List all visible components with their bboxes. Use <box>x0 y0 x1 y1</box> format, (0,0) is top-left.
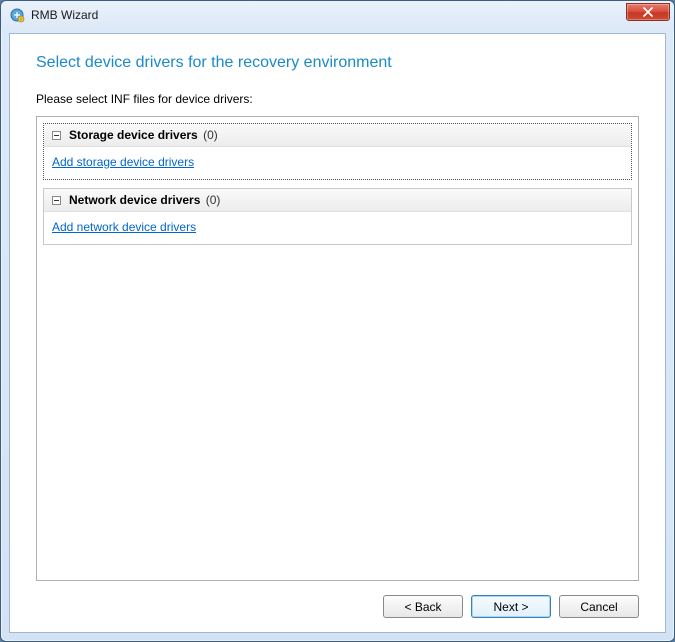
back-button[interactable]: < Back <box>383 595 463 618</box>
storage-drivers-section: Storage device drivers (0) Add storage d… <box>43 123 632 180</box>
storage-section-count: (0) <box>203 128 218 142</box>
instruction-text: Please select INF files for device drive… <box>36 92 639 106</box>
network-section-title: Network device drivers <box>69 193 200 207</box>
network-drivers-section: Network device drivers (0) Add network d… <box>43 188 632 245</box>
app-icon <box>9 7 25 23</box>
network-section-header[interactable]: Network device drivers (0) <box>44 189 631 212</box>
titlebar: RMB Wizard <box>1 1 674 29</box>
storage-section-body: Add storage device drivers <box>44 147 631 179</box>
close-icon <box>643 7 653 17</box>
drivers-panel: Storage device drivers (0) Add storage d… <box>36 116 639 581</box>
network-section-body: Add network device drivers <box>44 212 631 244</box>
button-row: < Back Next > Cancel <box>36 581 639 618</box>
collapse-minus-icon[interactable] <box>52 196 61 205</box>
content-frame: Select device drivers for the recovery e… <box>9 33 666 633</box>
storage-section-title: Storage device drivers <box>69 128 198 142</box>
storage-section-header[interactable]: Storage device drivers (0) <box>44 124 631 147</box>
network-section-count: (0) <box>206 193 221 207</box>
page-heading: Select device drivers for the recovery e… <box>36 54 639 72</box>
cancel-button[interactable]: Cancel <box>559 595 639 618</box>
add-network-drivers-link[interactable]: Add network device drivers <box>52 220 196 234</box>
add-storage-drivers-link[interactable]: Add storage device drivers <box>52 155 194 169</box>
wizard-window: RMB Wizard Select device drivers for the… <box>0 0 675 642</box>
window-title: RMB Wizard <box>31 8 626 22</box>
close-button[interactable] <box>626 3 670 21</box>
collapse-minus-icon[interactable] <box>52 131 61 140</box>
next-button[interactable]: Next > <box>471 595 551 618</box>
